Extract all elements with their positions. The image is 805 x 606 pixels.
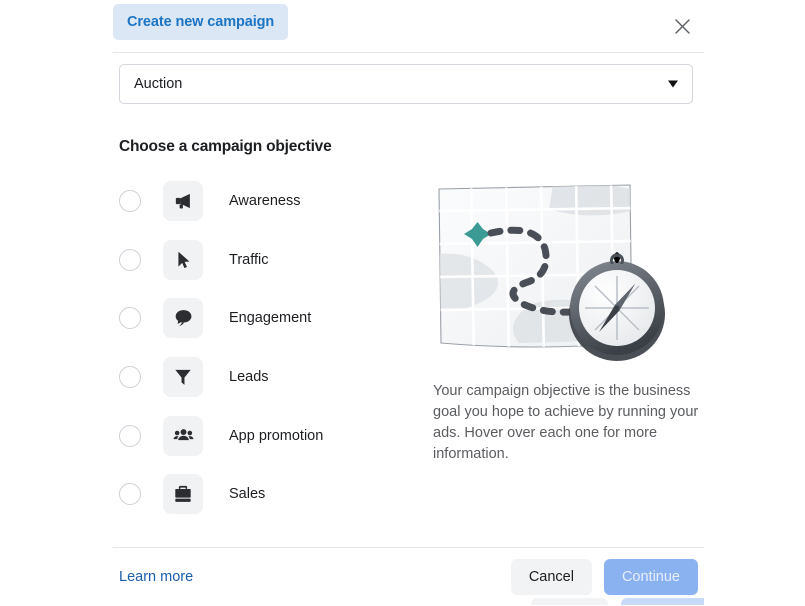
close-icon: [674, 18, 690, 34]
chevron-down-icon: [668, 80, 678, 88]
learn-more-link[interactable]: Learn more: [119, 569, 193, 585]
objective-option-leads[interactable]: Leads: [119, 348, 419, 407]
page-title: Choose a campaign objective: [119, 138, 332, 155]
objective-label: Awareness: [229, 193, 301, 210]
create-campaign-dialog: Create new campaign Auction Choose a cam…: [113, 0, 704, 605]
objective-icon-tile: [163, 357, 203, 398]
ghost-continue-button: [621, 598, 704, 605]
objective-icon-tile: [163, 474, 203, 515]
map-and-compass-illustration: [433, 177, 695, 367]
objective-description: Your campaign objective is the business …: [433, 383, 699, 462]
footer-overflow-ghost: [113, 598, 704, 605]
objective-option-engagement[interactable]: Engagement: [119, 289, 419, 348]
tab-create-new-campaign[interactable]: Create new campaign: [113, 4, 289, 40]
objective-option-app-promotion[interactable]: App promotion: [119, 406, 419, 465]
funnel-icon: [175, 369, 191, 385]
tab-label: Create new campaign: [127, 14, 275, 30]
radio-app-promotion[interactable]: [119, 424, 141, 447]
dialog-body: Auction Choose a campaign objective Awar…: [113, 64, 704, 524]
map-illustration-svg: [438, 184, 665, 361]
objective-icon-tile: [163, 239, 203, 280]
shopping-bag-icon: [175, 486, 191, 503]
objective-option-awareness[interactable]: Awareness: [119, 172, 419, 231]
objective-label: App promotion: [229, 427, 324, 444]
chat-bubbles-icon: [175, 310, 192, 327]
objective-label: Traffic: [229, 251, 269, 268]
radio-awareness[interactable]: [119, 190, 141, 213]
radio-sales[interactable]: [119, 483, 141, 506]
footer-actions: Cancel Continue: [510, 559, 698, 595]
objective-label: Sales: [229, 486, 266, 503]
cancel-button[interactable]: Cancel: [510, 559, 592, 595]
objective-list: Awareness Traffic Engagement Leads App p…: [113, 172, 419, 524]
objective-icon-tile: [163, 181, 203, 222]
megaphone-icon: [175, 194, 190, 209]
radio-engagement[interactable]: [119, 307, 141, 330]
people-icon: [173, 429, 193, 441]
close-button[interactable]: [668, 12, 696, 40]
objective-option-sales[interactable]: Sales: [119, 465, 419, 524]
objective-option-traffic[interactable]: Traffic: [119, 231, 419, 290]
radio-traffic[interactable]: [119, 248, 141, 271]
dialog-header: Create new campaign: [113, 0, 704, 53]
objective-label: Engagement: [229, 310, 312, 327]
buying-type-value: Auction: [134, 76, 183, 92]
continue-button[interactable]: Continue: [603, 559, 698, 595]
objective-icon-tile: [163, 415, 203, 456]
cursor-icon: [178, 251, 190, 268]
objective-label: Leads: [229, 369, 269, 386]
objective-info-panel: Your campaign objective is the business …: [419, 172, 704, 524]
objective-content: Awareness Traffic Engagement Leads App p…: [113, 172, 704, 524]
buying-type-select[interactable]: Auction: [119, 64, 693, 104]
ghost-cancel-button: [531, 598, 608, 605]
radio-leads[interactable]: [119, 366, 141, 389]
objective-icon-tile: [163, 298, 203, 339]
